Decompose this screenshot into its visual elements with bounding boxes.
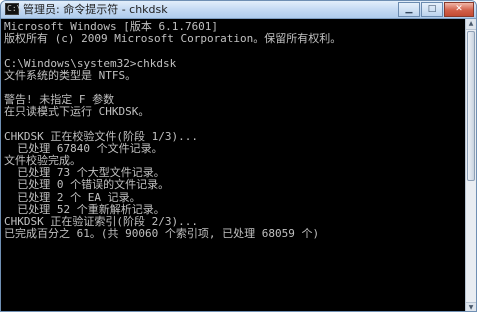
- window-title: 管理员: 命令提示符 - chkdsk: [23, 3, 168, 16]
- maximize-button[interactable]: □: [421, 2, 443, 17]
- console-line: 已处理 0 个错误的文件记录。: [4, 178, 170, 192]
- console-line: 已完成百分之 61。(共 90060 个索引项, 已处理 68059 个): [4, 227, 320, 241]
- scrollbar-thumb[interactable]: [467, 31, 475, 181]
- console-line: C:\Windows\system32>chkdsk: [4, 56, 177, 70]
- vertical-scrollbar[interactable]: ▲ ▼: [465, 19, 476, 311]
- minimize-icon: ▁: [405, 4, 413, 14]
- window-controls: ▁ □ ✕: [397, 2, 474, 17]
- console-icon[interactable]: C:\: [5, 3, 21, 15]
- scroll-down-icon[interactable]: ▼: [466, 302, 476, 311]
- command-prompt-window: C:\ 管理员: 命令提示符 - chkdsk ▁ □ ✕ Microsoft …: [0, 0, 477, 312]
- console-line: 文件系统的类型是 NTFS。: [4, 68, 137, 82]
- console-line: 已处理 2 个 EA 记录。: [4, 190, 141, 204]
- title-bar[interactable]: C:\ 管理员: 命令提示符 - chkdsk ▁ □ ✕: [1, 1, 476, 19]
- maximize-icon: □: [427, 4, 437, 14]
- console-line: 版权所有 (c) 2009 Microsoft Corporation。保留所有…: [4, 32, 342, 46]
- close-button[interactable]: ✕: [444, 2, 474, 17]
- console-output[interactable]: Microsoft Windows [版本 6.1.7601] 版权所有 (c)…: [1, 19, 467, 311]
- minimize-button[interactable]: ▁: [398, 2, 420, 17]
- console-line: 在只读模式下运行 CHKDSK。: [4, 105, 150, 119]
- close-icon: ✕: [455, 4, 463, 14]
- scroll-up-icon[interactable]: ▲: [466, 19, 476, 30]
